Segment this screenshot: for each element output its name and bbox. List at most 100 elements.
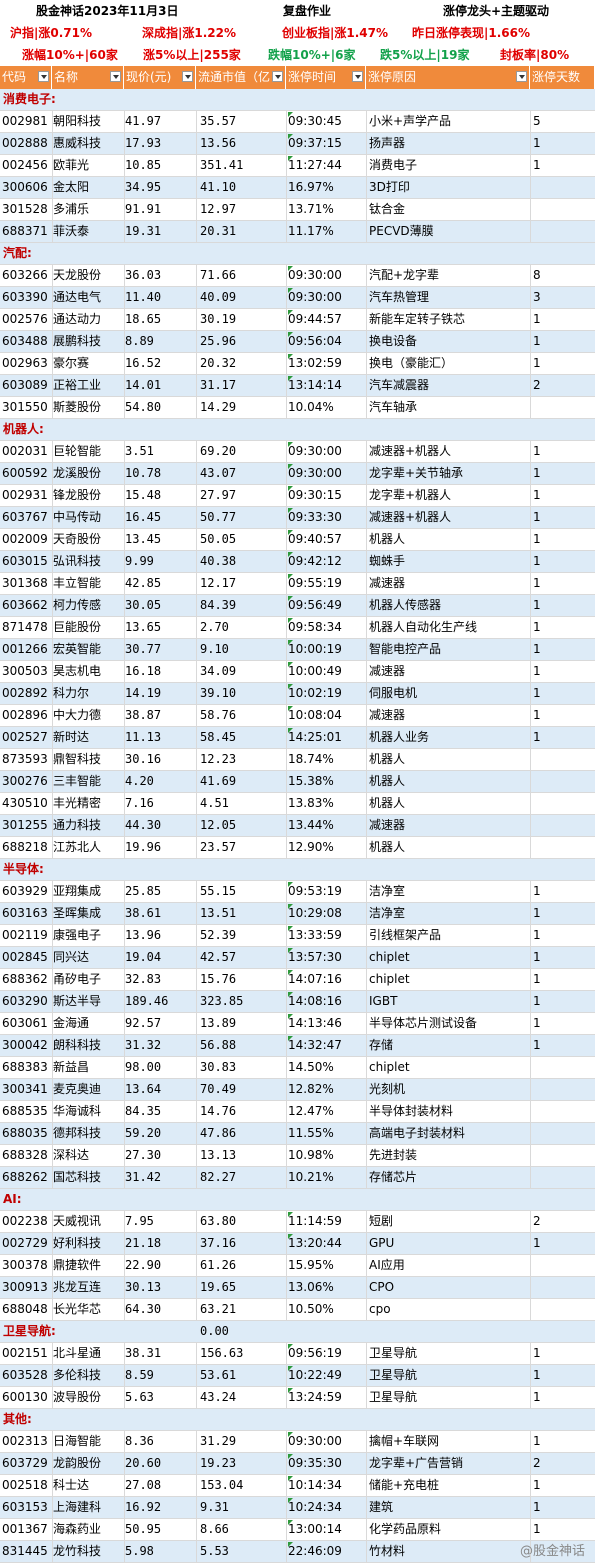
- cell-divider: [530, 595, 531, 616]
- table-row[interactable]: 002845 同兴达 19.04 42.57 13:57:30 chiplet 1: [0, 947, 595, 969]
- table-row[interactable]: 688535 华海诚科 84.35 14.76 12.47% 半导体封装材料: [0, 1101, 595, 1123]
- table-row[interactable]: 300378 鼎捷软件 22.90 61.26 15.95% AI应用: [0, 1255, 595, 1277]
- table-row[interactable]: 002892 科力尔 14.19 39.10 10:02:19 伺服电机 1: [0, 683, 595, 705]
- table-row[interactable]: 831445 龙竹科技 5.98 5.53 22:46:09 竹材料: [0, 1541, 595, 1563]
- table-row[interactable]: 002518 科士达 27.08 153.04 10:14:34 储能+充电桩 1: [0, 1475, 595, 1497]
- cell-price: 14.19: [125, 686, 162, 700]
- table-row[interactable]: 600592 龙溪股份 10.78 43.07 09:30:00 龙字辈+关节轴承 1: [0, 463, 595, 485]
- table-row[interactable]: 688328 深科达 27.30 13.13 10.98% 先进封装: [0, 1145, 595, 1167]
- cell-limit-time: 11:14:59: [288, 1214, 342, 1228]
- cell-name: 中大力德: [53, 708, 102, 722]
- table-row[interactable]: 301528 多浦乐 91.91 12.97 13.71% 钛合金: [0, 199, 595, 221]
- filter-dropdown-icon[interactable]: [182, 71, 193, 82]
- cell-price: 38.87: [125, 708, 162, 722]
- cell-price: 189.46: [125, 994, 169, 1008]
- cell-code: 001266: [2, 642, 48, 656]
- cell-divider: [196, 1035, 197, 1056]
- filter-dropdown-icon[interactable]: [110, 71, 121, 82]
- cell-limit-time: 11.17%: [288, 224, 334, 238]
- cell-divider: [286, 1299, 287, 1320]
- cell-name: 菲沃泰: [53, 224, 90, 238]
- table-row[interactable]: 688218 江苏北人 19.96 23.57 12.90% 机器人: [0, 837, 595, 859]
- table-row[interactable]: 300503 昊志机电 16.18 34.09 10:00:49 减速器 1: [0, 661, 595, 683]
- table-row[interactable]: 300042 朗科科技 31.32 56.88 14:32:47 存储 1: [0, 1035, 595, 1057]
- table-row[interactable]: 873593 鼎智科技 30.16 12.23 18.74% 机器人: [0, 749, 595, 771]
- table-row[interactable]: 300913 兆龙互连 30.13 19.65 13.06% CPO: [0, 1277, 595, 1299]
- table-row[interactable]: 603528 多伦科技 8.59 53.61 10:22:49 卫星导航 1: [0, 1365, 595, 1387]
- table-row[interactable]: 430510 丰光精密 7.16 4.51 13.83% 机器人: [0, 793, 595, 815]
- table-row[interactable]: 002151 北斗星通 38.31 156.63 09:56:19 卫星导航 1: [0, 1343, 595, 1365]
- table-row[interactable]: 603266 天龙股份 36.03 71.66 09:30:00 汽配+龙字辈 8: [0, 265, 595, 287]
- cell-days: 1: [533, 356, 541, 370]
- table-row[interactable]: 300341 麦克奥迪 13.64 70.49 12.82% 光刻机: [0, 1079, 595, 1101]
- cell-divider: [196, 507, 197, 528]
- table-row[interactable]: 688048 长光华芯 64.30 63.21 10.50% cpo: [0, 1299, 595, 1321]
- table-row[interactable]: 603929 亚翔集成 25.85 55.15 09:53:19 洁净室 1: [0, 881, 595, 903]
- table-row[interactable]: 002963 豪尔赛 16.52 20.32 13:02:59 换电（豪能汇） 1: [0, 353, 595, 375]
- table-row[interactable]: 002009 天奇股份 13.45 50.05 09:40:57 机器人 1: [0, 529, 595, 551]
- col-header-reason[interactable]: 涨停原因: [366, 66, 530, 89]
- table-row[interactable]: 002888 惠威科技 17.93 13.56 09:37:15 扬声器 1: [0, 133, 595, 155]
- table-row[interactable]: 002031 巨轮智能 3.51 69.20 09:30:00 减速器+机器人 1: [0, 441, 595, 463]
- table-row[interactable]: 300606 金太阳 34.95 41.10 16.97% 3D打印: [0, 177, 595, 199]
- cell-code: 831445: [2, 1544, 48, 1558]
- col-header-name[interactable]: 名称: [52, 66, 124, 89]
- table-row[interactable]: 300276 三丰智能 4.20 41.69 15.38% 机器人: [0, 771, 595, 793]
- table-row[interactable]: 688383 新益昌 98.00 30.83 14.50% chiplet: [0, 1057, 595, 1079]
- table-row[interactable]: 002238 天威视讯 7.95 63.80 11:14:59 短剧 2: [0, 1211, 595, 1233]
- table-row[interactable]: 002729 好利科技 21.18 37.16 13:20:44 GPU 1: [0, 1233, 595, 1255]
- table-row[interactable]: 301368 丰立智能 42.85 12.17 09:55:19 减速器 1: [0, 573, 595, 595]
- table-row[interactable]: 688362 甬矽电子 32.83 15.76 14:07:16 chiplet 1: [0, 969, 595, 991]
- table-row[interactable]: 603290 斯达半导 189.46 323.85 14:08:16 IGBT 1: [0, 991, 595, 1013]
- cell-limit-time: 10:08:04: [288, 708, 342, 722]
- filter-dropdown-icon[interactable]: [352, 71, 363, 82]
- cell-code: 002238: [2, 1214, 48, 1228]
- table-row[interactable]: 603488 展鹏科技 8.89 25.96 09:56:04 换电设备 1: [0, 331, 595, 353]
- table-row[interactable]: 002119 康强电子 13.96 52.39 13:33:59 引线框架产品 1: [0, 925, 595, 947]
- cell-days: 1: [533, 928, 541, 942]
- cell-name: 圣晖集成: [53, 906, 102, 920]
- cell-days: [533, 199, 593, 220]
- table-row[interactable]: 603089 正裕工业 14.01 31.17 13:14:14 汽车减震器 2: [0, 375, 595, 397]
- table-row[interactable]: 603015 弘讯科技 9.99 40.38 09:42:12 蜘蛛手 1: [0, 551, 595, 573]
- table-row[interactable]: 301550 斯菱股份 54.80 14.29 10.04% 汽车轴承: [0, 397, 595, 419]
- table-row[interactable]: 603662 柯力传感 30.05 84.39 09:56:49 机器人传感器 1: [0, 595, 595, 617]
- cell-reason: 机器人: [369, 532, 406, 546]
- table-row[interactable]: 002313 日海智能 8.36 31.29 09:30:00 擒帽+车联网 1: [0, 1431, 595, 1453]
- cell-divider: [286, 595, 287, 616]
- cell-reason: cpo: [369, 1302, 391, 1316]
- table-row[interactable]: 603767 中马传动 16.45 50.77 09:33:30 减速器+机器人 1: [0, 507, 595, 529]
- col-header-limit-time[interactable]: 涨停时间: [286, 66, 366, 89]
- filter-dropdown-icon[interactable]: [272, 71, 283, 82]
- table-row[interactable]: 603163 圣晖集成 38.61 13.51 10:29:08 洁净室 1: [0, 903, 595, 925]
- filter-dropdown-icon[interactable]: [516, 71, 527, 82]
- col-header-days[interactable]: 涨停天数: [530, 66, 595, 89]
- table-row[interactable]: 002456 欧菲光 10.85 351.41 11:27:44 消费电子 1: [0, 155, 595, 177]
- table-row[interactable]: 600130 波导股份 5.63 43.24 13:24:59 卫星导航 1: [0, 1387, 595, 1409]
- cell-reason: 短剧: [369, 1214, 394, 1228]
- filter-dropdown-icon[interactable]: [38, 71, 49, 82]
- table-row[interactable]: 001266 宏英智能 30.77 9.10 10:00:19 智能电控产品 1: [0, 639, 595, 661]
- table-row[interactable]: 603061 金海通 92.57 13.89 14:13:46 半导体芯片测试设备 1: [0, 1013, 595, 1035]
- table-row[interactable]: 002931 锋龙股份 15.48 27.97 09:30:15 龙字辈+机器人 1: [0, 485, 595, 507]
- table-row[interactable]: 871478 巨能股份 13.65 2.70 09:58:34 机器人自动化生产线 1: [0, 617, 595, 639]
- table-row[interactable]: 301255 通力科技 44.30 12.05 13.44% 减速器: [0, 815, 595, 837]
- table-row[interactable]: 688262 国芯科技 31.42 82.27 10.21% 存储芯片: [0, 1167, 595, 1189]
- table-row[interactable]: 688035 德邦科技 59.20 47.86 11.55% 高端电子封装材料: [0, 1123, 595, 1145]
- col-header-price[interactable]: 现价(元): [124, 66, 196, 89]
- table-row[interactable]: 002981 朝阳科技 41.97 35.57 09:30:45 小米+声学产品 5: [0, 111, 595, 133]
- table-row[interactable]: 603729 龙韵股份 20.60 19.23 09:35:30 龙字辈+广告营销 2: [0, 1453, 595, 1475]
- table-row[interactable]: 603153 上海建科 16.92 9.31 10:24:34 建筑 1: [0, 1497, 595, 1519]
- table-row[interactable]: 002896 中大力德 38.87 58.76 10:08:04 减速器 1: [0, 705, 595, 727]
- cell-divider: [286, 177, 287, 198]
- cell-reason: 龙字辈+广告营销: [369, 1456, 464, 1470]
- table-row[interactable]: 002527 新时达 11.13 58.45 14:25:01 机器人业务 1: [0, 727, 595, 749]
- table-row[interactable]: 001367 海森药业 50.95 8.66 13:00:14 化学药品原料 1: [0, 1519, 595, 1541]
- table-row[interactable]: 688371 菲沃泰 19.31 20.31 11.17% PECVD薄膜: [0, 221, 595, 243]
- table-row[interactable]: 002576 通达动力 18.65 30.19 09:44:57 新能车定转子铁芯 1: [0, 309, 595, 331]
- col-header-code[interactable]: 代码: [0, 66, 52, 89]
- table-row[interactable]: 603390 通达电气 11.40 40.09 09:30:00 汽车热管理 3: [0, 287, 595, 309]
- col-header-mktcap[interactable]: 流通市值（亿: [196, 66, 286, 89]
- cell-divider: [196, 133, 197, 154]
- cell-name: 日海智能: [53, 1434, 102, 1448]
